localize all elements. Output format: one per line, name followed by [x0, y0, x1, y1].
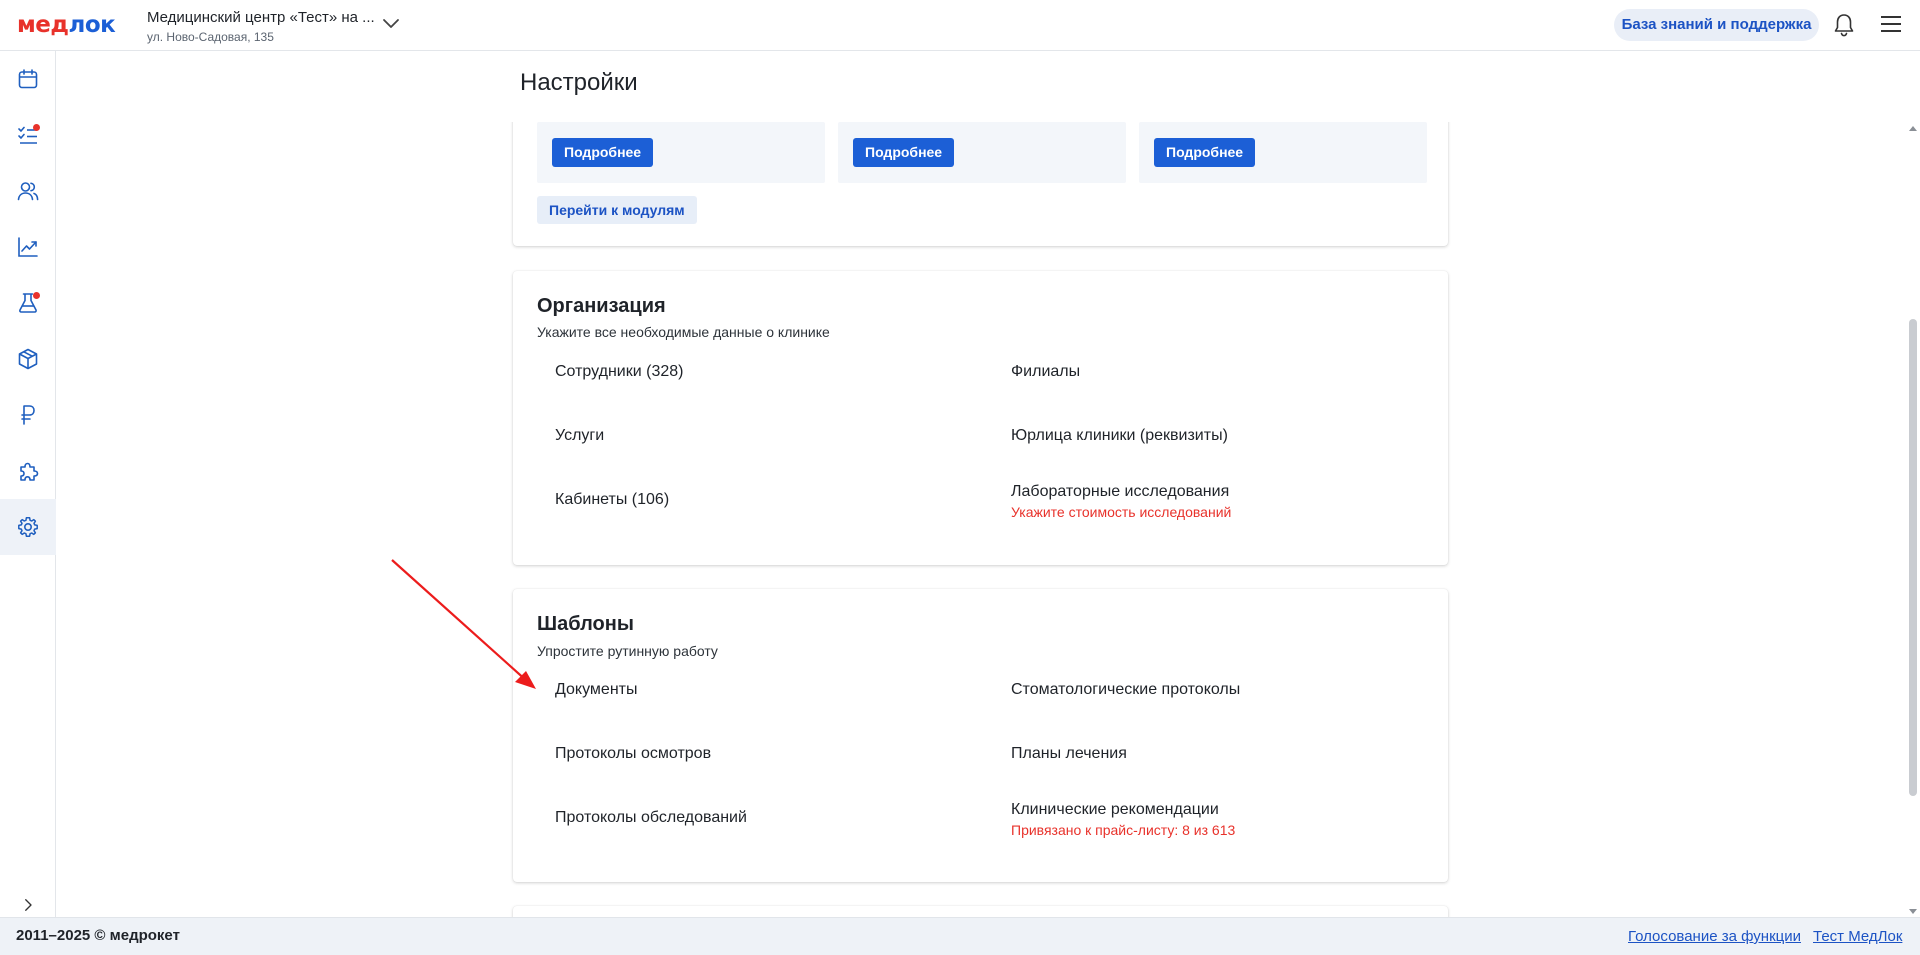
templates-title: Шаблоны — [537, 613, 634, 635]
sidebar-item-finance[interactable] — [0, 387, 56, 443]
bell-icon[interactable] — [1832, 12, 1856, 38]
notification-badge — [33, 124, 40, 131]
logo[interactable]: медлок — [17, 13, 116, 37]
templates-card: Шаблоны Упростите рутинную работу Докуме… — [513, 589, 1448, 882]
vote-features-link[interactable]: Голосование за функции — [1628, 928, 1801, 945]
module-details-button[interactable]: Подробнее — [853, 138, 955, 167]
services-link[interactable]: Услуги — [555, 427, 604, 445]
test-medlok-link[interactable]: Тест МедЛок — [1813, 928, 1902, 945]
scroll-down-icon[interactable] — [1909, 907, 1917, 915]
sidebar-item-tasks[interactable] — [0, 107, 56, 163]
chevron-right-icon — [25, 899, 32, 911]
next-card — [513, 906, 1448, 917]
employees-link[interactable]: Сотрудники (328) — [555, 363, 683, 381]
page-title: Настройки — [520, 69, 638, 96]
top-header: медлок Медицинский центр «Тест» на ... у… — [0, 0, 1920, 51]
menu-icon[interactable] — [1880, 14, 1902, 34]
clinic-name: Медицинский центр «Тест» на ... — [147, 9, 375, 26]
box-icon — [18, 348, 38, 370]
sidebar-item-patients[interactable] — [0, 163, 56, 219]
module-details-button[interactable]: Подробнее — [552, 138, 654, 167]
sidebar-item-calendar[interactable] — [0, 51, 56, 107]
module-tile: Подробнее — [537, 122, 825, 183]
help-support-button[interactable]: База знаний и поддержка — [1614, 9, 1819, 41]
templates-subtitle: Упростите рутинную работу — [537, 643, 718, 659]
scroll-up-icon[interactable] — [1909, 125, 1917, 133]
ruble-icon — [21, 405, 35, 425]
branches-link[interactable]: Филиалы — [1011, 363, 1080, 381]
sidebar-item-lab[interactable] — [0, 275, 56, 331]
sidebar-item-analytics[interactable] — [0, 219, 56, 275]
module-tile: Подробнее — [1139, 122, 1427, 183]
goto-modules-button[interactable]: Перейти к модулям — [537, 196, 697, 224]
organization-subtitle: Укажите все необходимые данные о клинике — [537, 324, 830, 340]
organization-title: Организация — [537, 295, 666, 317]
module-details-button[interactable]: Подробнее — [1154, 138, 1256, 167]
gear-icon — [18, 517, 38, 537]
treatment-plans-link[interactable]: Планы лечения — [1011, 745, 1127, 763]
sidebar — [0, 51, 56, 917]
exam-protocols-link[interactable]: Протоколы осмотров — [555, 745, 711, 763]
sidebar-item-settings[interactable] — [0, 499, 56, 555]
dental-protocols-link[interactable]: Стоматологические протоколы — [1011, 681, 1240, 699]
module-tile: Подробнее — [838, 122, 1126, 183]
sidebar-item-modules[interactable] — [0, 443, 56, 499]
puzzle-icon — [20, 462, 39, 481]
chevron-down-icon[interactable] — [382, 16, 400, 30]
sidebar-item-warehouse[interactable] — [0, 331, 56, 387]
documents-link[interactable]: Документы — [555, 681, 637, 699]
calendar-icon — [18, 69, 38, 89]
notification-badge — [33, 292, 40, 299]
legal-entities-link[interactable]: Юрлица клиники (реквизиты) — [1011, 427, 1228, 445]
users-icon — [17, 182, 39, 201]
annotation-arrow — [391, 559, 536, 689]
footer: 2011–2025 © медрокет Голосование за функ… — [0, 917, 1920, 955]
vertical-scrollbar[interactable] — [1906, 122, 1920, 917]
lab-tests-link[interactable]: Лабораторные исследования — [1011, 483, 1229, 501]
scrollbar-thumb[interactable] — [1909, 319, 1917, 796]
modules-card: Подробнее Подробнее Подробнее Перейти к … — [513, 122, 1448, 246]
lab-tests-warning: Укажите стоимость исследований — [1011, 504, 1232, 520]
footer-copyright: 2011–2025 © медрокет — [16, 927, 180, 944]
examination-protocols-link[interactable]: Протоколы обследований — [555, 809, 747, 827]
price-list-binding-note: Привязано к прайс-листу: 8 из 613 — [1011, 822, 1236, 838]
settings-content: Подробнее Подробнее Подробнее Перейти к … — [56, 122, 1906, 917]
rooms-link[interactable]: Кабинеты (106) — [555, 491, 669, 509]
clinical-recommendations-link[interactable]: Клинические рекомендации — [1011, 801, 1219, 819]
organization-card: Организация Укажите все необходимые данн… — [513, 271, 1448, 565]
clinic-selector[interactable]: Медицинский центр «Тест» на ... ул. Ново… — [147, 9, 417, 45]
analytics-icon — [18, 237, 38, 257]
clinic-address: ул. Ново-Садовая, 135 — [147, 30, 274, 44]
